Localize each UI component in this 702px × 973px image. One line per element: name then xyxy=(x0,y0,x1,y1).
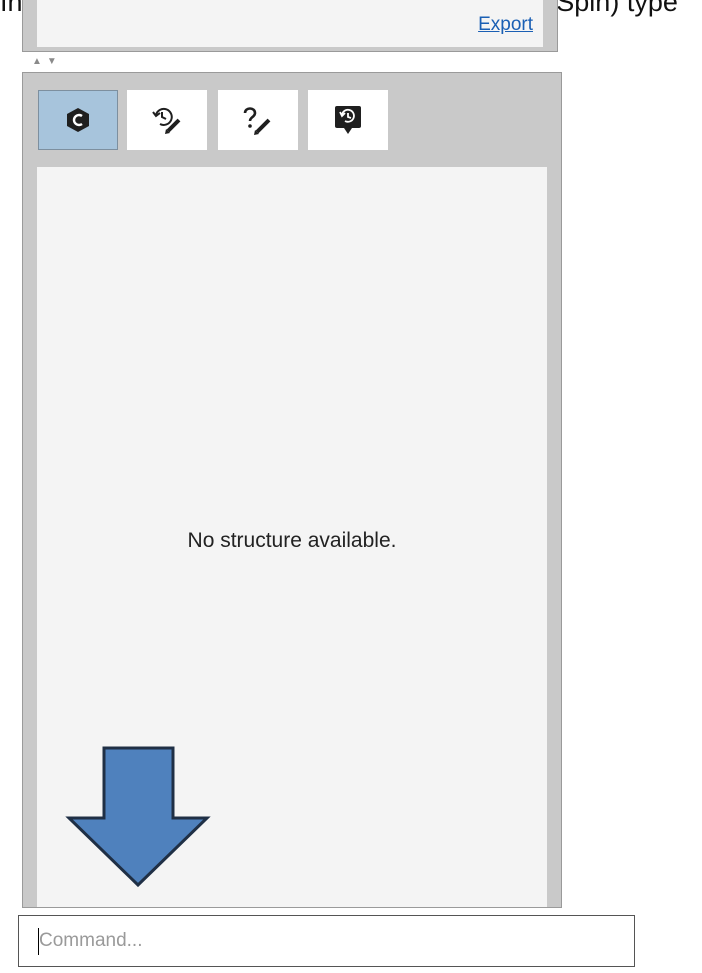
export-link[interactable]: Export xyxy=(478,14,533,36)
down-arrow-annotation xyxy=(65,746,211,888)
help-edit-button[interactable] xyxy=(218,90,298,150)
structure-icon xyxy=(67,108,89,132)
history-edit-icon xyxy=(152,108,181,134)
structure-tab-button[interactable] xyxy=(38,90,118,150)
history-comment-icon xyxy=(335,106,361,134)
empty-message: No structure available. xyxy=(187,529,397,552)
history-comment-button[interactable] xyxy=(308,90,388,150)
results-panel-content: Export xyxy=(37,0,543,47)
help-edit-icon xyxy=(243,107,271,135)
history-edit-button[interactable] xyxy=(127,90,207,150)
text-cursor xyxy=(38,928,39,955)
panel-splitter[interactable]: ▲▼ xyxy=(32,56,62,70)
command-input[interactable] xyxy=(18,915,635,967)
results-panel: Export xyxy=(22,0,558,52)
splitter-up-icon[interactable]: ▲ xyxy=(32,56,47,67)
splitter-down-icon[interactable]: ▼ xyxy=(47,56,62,67)
